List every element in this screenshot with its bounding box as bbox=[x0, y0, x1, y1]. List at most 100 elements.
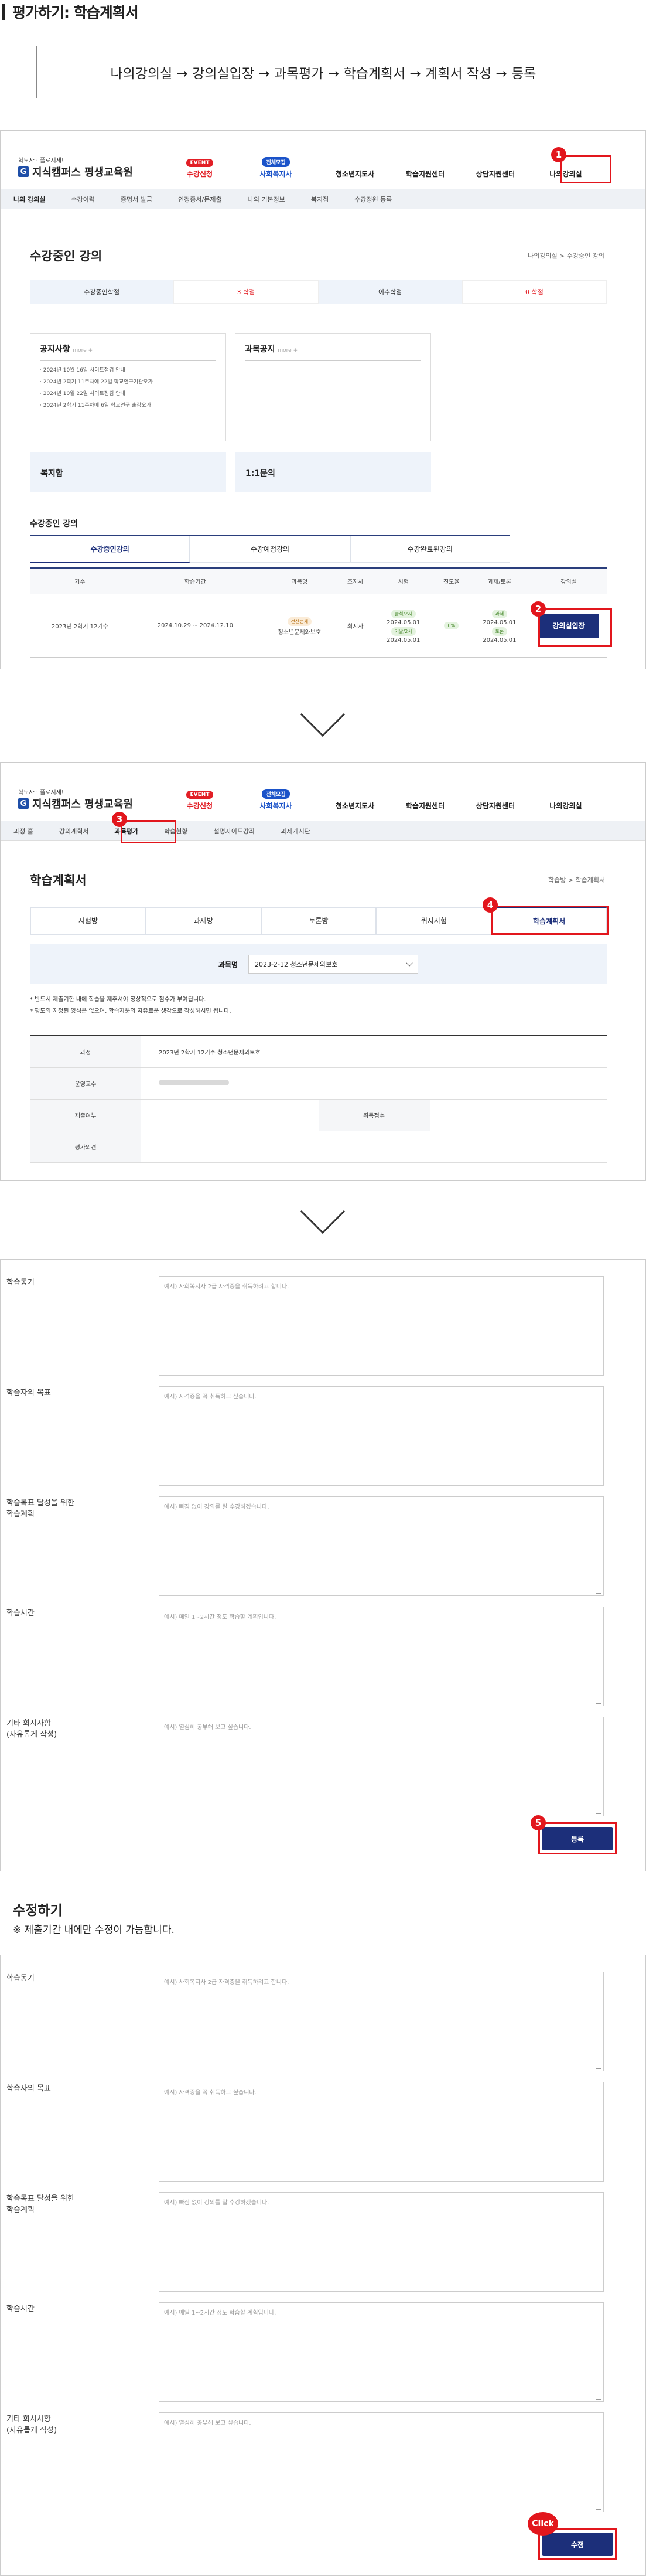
form-row: 학습동기 예시) 사회복지사 2급 자격증을 취득하려고 합니다. bbox=[1, 1276, 645, 1376]
subnav-myclass: 나의 강의실 수강이력 증명서 발급 인정증서/문제출 나의 기본정보 복지점 … bbox=[1, 189, 645, 209]
nav-item-social[interactable]: 전체모집 사회복지사 bbox=[247, 789, 305, 811]
completed-value: 0 학점 bbox=[462, 280, 607, 304]
qna-box[interactable]: 1:1문의 bbox=[235, 452, 431, 492]
tab-upcoming[interactable]: 수강예정강의 bbox=[190, 536, 350, 563]
highlight-evaluation bbox=[121, 820, 176, 843]
tab-exam[interactable]: 시험방 bbox=[30, 907, 146, 935]
motivation-textarea[interactable]: 예시) 사회복지사 2급 자격증을 취득하려고 합니다. bbox=[159, 1276, 604, 1376]
nav-item-myclass[interactable]: 나의강의실 bbox=[536, 801, 595, 811]
site-logo[interactable]: G 지식캠퍼스 평생교육원 bbox=[18, 796, 133, 811]
plan-textarea[interactable]: 예시) 빠짐 없이 강의를 잘 수강하겠습니다. bbox=[159, 2192, 604, 2292]
subnav-item[interactable]: 강의계획서 bbox=[46, 826, 102, 836]
table-row: 운영교수 bbox=[30, 1067, 607, 1100]
subnav-item[interactable]: 복지점 bbox=[298, 195, 341, 204]
goal-textarea[interactable]: 예시) 자격증을 꼭 취득하고 싶습니다. bbox=[159, 2082, 604, 2182]
logo-icon: G bbox=[18, 166, 29, 177]
nav-item-counsel[interactable]: 상담지원센터 bbox=[466, 169, 525, 179]
tab-completed[interactable]: 수강완료된강의 bbox=[350, 536, 510, 563]
field-label: 학습목표 달성을 위한 학습계획 bbox=[6, 2194, 74, 2214]
field-label: 학습시간 bbox=[6, 2305, 35, 2313]
notice-item[interactable]: · 2024년 2학기 11주차에 6일 학교연구 출강오가 bbox=[40, 401, 216, 409]
down-chevron-icon bbox=[300, 1189, 346, 1234]
tab-assignment[interactable]: 과제방 bbox=[145, 907, 261, 935]
subnav-item[interactable]: 나의 강의실 bbox=[1, 195, 58, 204]
table-row: 과정 2023년 2학기 12기수 청소년문제와보호 bbox=[30, 1036, 607, 1068]
site-tagline: 학도사 · 플로지세! bbox=[18, 158, 64, 164]
edit-note: ※ 제출기간 내에만 수정이 가능합니다. bbox=[13, 1924, 175, 1936]
subnav-item[interactable]: 증명서 발급 bbox=[108, 195, 165, 204]
page-title: 평가하기: 학습계획서 bbox=[12, 4, 139, 21]
course-badge: 전산전체 bbox=[287, 617, 312, 626]
form-row: 학습목표 달성을 위한 학습계획 예시) 빠짐 없이 강의를 잘 수강하겠습니다. bbox=[1, 1496, 645, 1596]
logo-icon: G bbox=[18, 798, 29, 809]
time-textarea[interactable]: 예시) 매일 1~2시간 정도 학습할 계획입니다. bbox=[159, 1607, 604, 1706]
subnav-item[interactable]: 수강이력 bbox=[58, 195, 107, 204]
tab-quiz[interactable]: 퀴지시험 bbox=[376, 907, 492, 935]
step-3-badge: 3 bbox=[112, 812, 127, 827]
field-label: 학습목표 달성을 위한 학습계획 bbox=[6, 1499, 74, 1519]
form-row: 학습자의 목표 예시) 자격증을 꼭 취득하고 싶습니다. bbox=[1, 2082, 645, 2182]
step-5-badge: 5 bbox=[531, 1815, 546, 1830]
notice-item[interactable]: · 2024년 10월 16일 사이트점검 안내 bbox=[40, 366, 216, 373]
subject-select[interactable]: 2023-2-12 청소년문제와보호 bbox=[248, 955, 419, 974]
redacted-value bbox=[159, 1079, 229, 1085]
section-title: 학습계획서 bbox=[30, 873, 87, 887]
nav-item-enroll[interactable]: EVENT 수강신청 bbox=[170, 158, 229, 179]
panel-plan-form: 학습동기 예시) 사회복지사 2급 자격증을 취득하려고 합니다. 학습자의 목표… bbox=[0, 1259, 646, 1871]
nav-item-study[interactable]: 학습지원센터 bbox=[396, 801, 454, 811]
time-textarea[interactable]: 예시) 매일 1~2시간 정도 학습할 계획입니다. bbox=[159, 2302, 604, 2402]
down-chevron-icon bbox=[300, 692, 346, 737]
flow-box: 나의강의실 → 강의실입장 → 과목평가 → 학습계획서 → 계획서 작성 → … bbox=[36, 46, 610, 98]
list-title: 수강중인 강의 bbox=[30, 519, 78, 529]
course-name[interactable]: 청소년문제와보호 bbox=[278, 629, 322, 636]
logo-block: 학도사 · 플로지세! G 지식캠퍼스 평생교육원 bbox=[18, 155, 133, 179]
tab-current[interactable]: 수강중인강의 bbox=[30, 536, 190, 563]
table-row: 평가의견 bbox=[30, 1131, 607, 1163]
nav-item-enroll[interactable]: EVENT 수강신청 bbox=[170, 790, 229, 811]
logo-block: 학도사 · 플로지세! G 지식캠퍼스 평생교육원 bbox=[18, 790, 133, 811]
subnav-item[interactable]: 과정 홈 bbox=[1, 826, 46, 836]
form-row: 학습동기 예시) 사회복지사 2급 자격증을 취득하려고 합니다. bbox=[1, 1972, 645, 2071]
subject-bar: 과목명 2023-2-12 청소년문제와보호 bbox=[30, 944, 607, 984]
nav-item-study[interactable]: 학습지원센터 bbox=[396, 169, 454, 179]
form-row: 학습시간 예시) 매일 1~2시간 정도 학습할 계획입니다. bbox=[1, 1607, 645, 1706]
subnav-item[interactable]: 과제게시판 bbox=[268, 826, 323, 836]
site-logo[interactable]: G 지식캠퍼스 평생교육원 bbox=[18, 164, 133, 179]
step-4-badge: 4 bbox=[483, 897, 498, 913]
nav-item-social[interactable]: 전체모집 사회복지사 bbox=[247, 157, 305, 179]
field-label: 학습시간 bbox=[6, 1609, 35, 1618]
form-row: 기타 희시사항 (자유롭게 작성) 예시) 열심히 공부해 보고 싶습니다. bbox=[1, 1717, 645, 1816]
notice-item[interactable]: · 2024년 10월 22일 사이트점검 안내 bbox=[40, 389, 216, 397]
mailbox-box[interactable]: 복지함 bbox=[30, 452, 226, 492]
main-nav: EVENT 수강신청 전체모집 사회복지사 청소년지도사 학습지원센터 상담지원센터… bbox=[170, 786, 595, 811]
course-tabs: 수강중인강의 수강예정강의 수강완료된강의 bbox=[30, 535, 510, 563]
field-label: 기타 희시사항 (자유롭게 작성) bbox=[6, 1719, 57, 1739]
etc-textarea[interactable]: 예시) 열심히 공부해 보고 싶습니다. bbox=[159, 1717, 604, 1816]
motivation-textarea[interactable]: 예시) 사회복지사 2급 자격증을 취득하려고 합니다. bbox=[159, 1972, 604, 2071]
subnav-item[interactable]: 설명자이드강좌 bbox=[200, 826, 268, 836]
panel-learning-plan: 학도사 · 플로지세! G 지식캠퍼스 평생교육원 EVENT 수강신청 전체모집 사… bbox=[0, 762, 646, 1181]
notice-more-link[interactable]: more + bbox=[73, 348, 93, 353]
nav-item-youth[interactable]: 청소년지도사 bbox=[326, 801, 384, 811]
subnav-item[interactable]: 인정증서/문제출 bbox=[165, 195, 235, 204]
header-bar bbox=[2, 4, 5, 20]
subnav-item[interactable]: 수강정원 등록 bbox=[341, 195, 405, 204]
course-more-link[interactable]: more + bbox=[278, 348, 298, 353]
nav-item-counsel[interactable]: 상담지원센터 bbox=[466, 801, 525, 811]
etc-textarea[interactable]: 예시) 열심히 공부해 보고 싶습니다. bbox=[159, 2412, 604, 2512]
plan-textarea[interactable]: 예시) 빠짐 없이 강의를 잘 수강하겠습니다. bbox=[159, 1496, 604, 1596]
nav-item-youth[interactable]: 청소년지도사 bbox=[326, 169, 384, 179]
note-2: * 평도의 지정된 양식은 없으며, 학습자분의 자유로운 생각으로 작성하시면… bbox=[30, 1008, 231, 1015]
notice-item[interactable]: · 2024년 2학기 11주차에 22일 학교연구기관오가 bbox=[40, 377, 216, 385]
notice-card: 공지사항 more + · 2024년 10월 16일 사이트점검 안내 · 2… bbox=[30, 333, 226, 441]
tab-discussion[interactable]: 토론방 bbox=[261, 907, 377, 935]
form-row: 학습시간 예시) 매일 1~2시간 정도 학습할 계획입니다. bbox=[1, 2302, 645, 2402]
edit-title: 수정하기 bbox=[13, 1903, 63, 1918]
note-1: * 반드시 제출기한 내에 학습을 제추셔야 정상적으로 점수가 부여됩니다. bbox=[30, 996, 206, 1003]
field-label: 학습자의 목표 bbox=[6, 1389, 51, 1397]
subnav-item[interactable]: 나의 기본정보 bbox=[235, 195, 298, 204]
page-header: 평가하기: 학습계획서 bbox=[0, 0, 646, 23]
panel-my-classroom: 학도사 · 플로지세! G 지식캠퍼스 평생교육원 EVENT 수강신청 전체모집 사… bbox=[0, 130, 646, 669]
table-row: 제출여부 취득점수 bbox=[30, 1099, 607, 1131]
goal-textarea[interactable]: 예시) 자격증을 꼭 취득하고 싶습니다. bbox=[159, 1386, 604, 1486]
